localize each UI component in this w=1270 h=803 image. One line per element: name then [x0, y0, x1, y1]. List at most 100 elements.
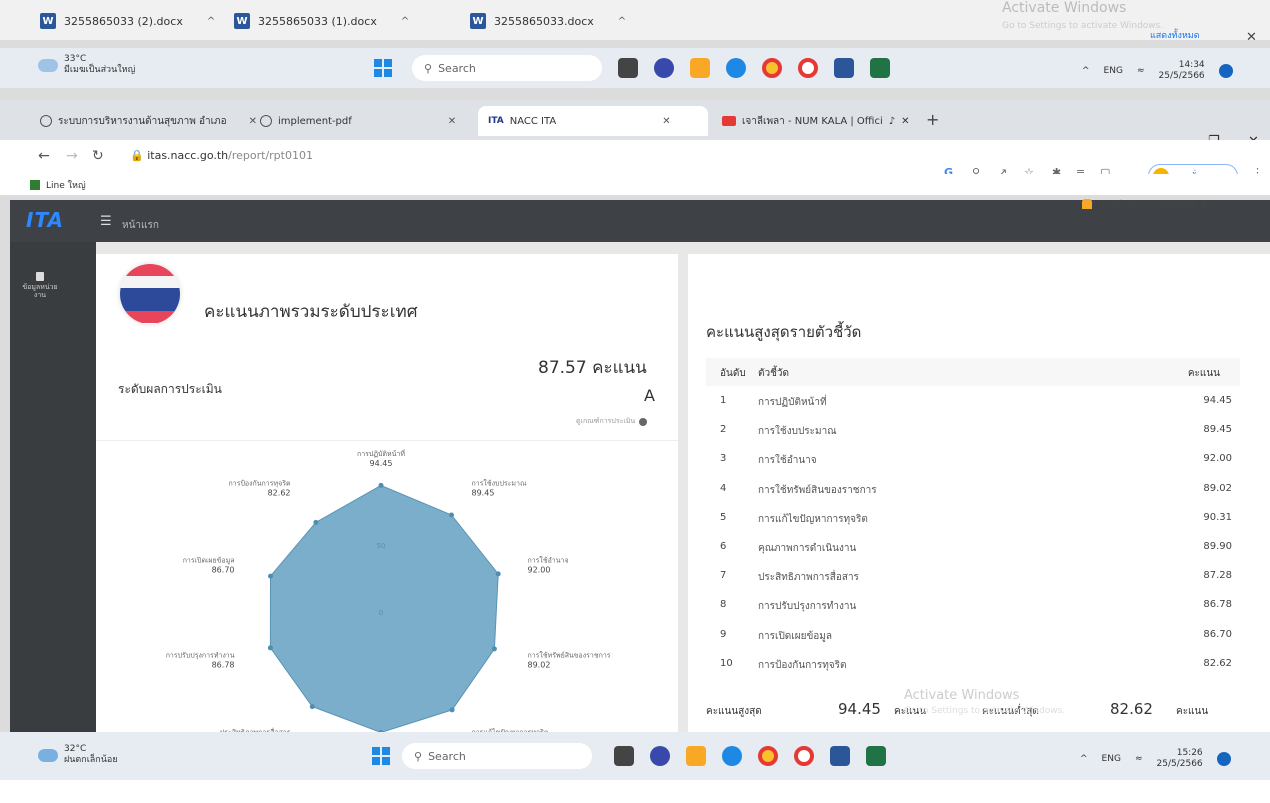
radar-point[interactable]: [267, 645, 273, 651]
user-menu[interactable]: นางสาวดารา พรมทอง ▾: [1082, 196, 1206, 211]
edge-icon[interactable]: [726, 58, 746, 78]
radar-point[interactable]: [313, 519, 319, 525]
wifi-icon[interactable]: ≈: [1135, 754, 1143, 764]
word-icon[interactable]: [834, 58, 854, 78]
audio-icon[interactable]: ♪: [889, 116, 895, 127]
kpi-score: 82.62: [1203, 657, 1232, 669]
excel-icon[interactable]: [870, 58, 890, 78]
radar-point[interactable]: [495, 571, 501, 577]
kpi-score: 89.45: [1203, 424, 1232, 436]
clock[interactable]: 15:26 25/5/2566: [1157, 748, 1203, 770]
radar-point[interactable]: [449, 512, 454, 518]
taskbar-search[interactable]: ⚲ Search: [402, 743, 592, 769]
notification-icon[interactable]: [1216, 752, 1231, 766]
new-tab-icon[interactable]: +: [926, 110, 939, 129]
hamburger-menu-icon[interactable]: ☰: [100, 214, 112, 229]
browser-tab[interactable]: implement-pdf ✕: [250, 106, 466, 136]
radar-axis-name: การเปิดเผยข้อมูล: [183, 556, 235, 564]
taskbar-apps: [618, 58, 890, 78]
min-score-value: 82.62: [1110, 700, 1153, 718]
browser-tab-active[interactable]: ITA NACC ITA ✕: [478, 106, 708, 136]
chrome-icon[interactable]: [762, 58, 782, 78]
criteria-link[interactable]: ดูเกณฑ์การประเมิน: [576, 416, 648, 427]
windows-start-icon[interactable]: [372, 747, 390, 765]
file-explorer-icon[interactable]: [690, 58, 710, 78]
radar-point[interactable]: [378, 482, 384, 488]
chat-icon[interactable]: [654, 58, 674, 78]
radar-tick-label: 0: [379, 609, 383, 617]
radar-data-label: 94.45: [370, 459, 393, 468]
radar-axis-label: การเปิดเผยข้อมูล 86.70: [183, 556, 235, 574]
back-icon[interactable]: ←: [38, 148, 50, 164]
radar-point[interactable]: [309, 704, 315, 710]
radar-axis-name: การใช้งบประมาณ: [472, 478, 527, 487]
url-field[interactable]: 🔒 itas.nacc.go.th/report/rpt0101: [130, 149, 313, 162]
system-tray: ^ ENG ≈ 15:26 25/5/2566: [1080, 748, 1231, 770]
home-link[interactable]: หน้าแรก: [122, 218, 159, 233]
table-row: 5 การแก้ไขปัญหาการทุจริต 90.31: [706, 503, 1240, 532]
kpi-rank: 6: [720, 540, 727, 552]
lock-icon: 🔒: [130, 149, 144, 162]
language-indicator[interactable]: ENG: [1102, 754, 1121, 764]
wifi-icon[interactable]: ≈: [1137, 66, 1145, 76]
max-score-value: 94.45: [838, 700, 881, 718]
reload-icon[interactable]: ↻: [92, 148, 104, 164]
opera-icon[interactable]: [794, 746, 814, 766]
taskbar-search[interactable]: ⚲ Search: [412, 55, 602, 81]
chevron-up-icon[interactable]: ^: [207, 16, 215, 27]
chevron-up-icon[interactable]: ^: [618, 16, 626, 27]
download-item[interactable]: W 3255865033 (1).docx ^: [234, 10, 409, 32]
download-item[interactable]: W 3255865033 (2).docx ^: [40, 10, 215, 32]
chrome-icon[interactable]: [758, 746, 778, 766]
weather-widget[interactable]: 33°C มีเมฆเป็นส่วนใหญ่: [38, 54, 135, 76]
close-tab-icon[interactable]: ✕: [448, 116, 456, 127]
bell-icon[interactable]: [1082, 198, 1092, 209]
national-score-card: คะแนนภาพรวมระดับประเทศ 87.57 คะแนน ระดับ…: [96, 254, 678, 734]
chevron-up-icon[interactable]: ^: [1082, 66, 1090, 76]
download-item[interactable]: W 3255865033.docx ^: [470, 10, 626, 32]
radar-tick-label: 50: [377, 542, 386, 550]
close-tab-icon[interactable]: ✕: [662, 116, 670, 127]
word-icon[interactable]: [830, 746, 850, 766]
help-icon[interactable]: [639, 417, 648, 426]
word-doc-icon: W: [234, 13, 250, 29]
weather-widget[interactable]: 32°C ฝนตกเล็กน้อย: [38, 744, 118, 766]
radar-axis-label: การใช้งบประมาณ 89.45: [472, 478, 527, 497]
site-logo[interactable]: ITA: [26, 208, 64, 232]
browser-tab[interactable]: เจาลีเพลา - NUM KALA | Offici ♪ ✕: [712, 106, 920, 136]
file-explorer-icon[interactable]: [686, 746, 706, 766]
clock[interactable]: 14:34 25/5/2566: [1159, 60, 1205, 82]
activate-windows-watermark: Activate Windows: [904, 688, 1020, 703]
close-tab-icon[interactable]: ✕: [901, 116, 909, 127]
edge-icon[interactable]: [722, 746, 742, 766]
radar-point[interactable]: [491, 646, 497, 652]
screen-edge: [0, 780, 1270, 803]
kpi-rank: 9: [720, 628, 727, 640]
kpi-score: 94.45: [1203, 395, 1232, 406]
chevron-up-icon[interactable]: ^: [401, 16, 409, 27]
radar-data-label: 82.62: [268, 488, 291, 497]
thailand-flag-icon: [120, 264, 180, 324]
chat-icon[interactable]: [650, 746, 670, 766]
chevron-up-icon[interactable]: ^: [1080, 754, 1088, 764]
word-doc-icon: W: [40, 13, 56, 29]
browser-tab[interactable]: ระบบการบริหารงานด้านสุขภาพ อำเภอ ✕: [30, 106, 267, 136]
task-view-icon[interactable]: [614, 746, 634, 766]
kpi-score: 89.02: [1203, 482, 1232, 494]
task-view-icon[interactable]: [618, 58, 638, 78]
bookmark-item[interactable]: Line ใหญ่: [30, 178, 86, 192]
radar-point[interactable]: [268, 573, 273, 579]
forward-icon[interactable]: →: [66, 148, 78, 164]
kpi-name: การปฏิบัติหน้าที่: [758, 397, 827, 408]
kpi-score: 86.70: [1203, 628, 1232, 640]
radar-axis-label: การใช้อำนาจ 92.00: [528, 555, 569, 574]
taskbar: 33°C มีเมฆเป็นส่วนใหญ่ ⚲ Search ^ ENG ≈ …: [0, 48, 1270, 88]
notification-icon[interactable]: [1218, 64, 1233, 78]
close-icon[interactable]: ✕: [1246, 30, 1257, 45]
opera-icon[interactable]: [798, 58, 818, 78]
excel-icon[interactable]: [866, 746, 886, 766]
sidebar-item-org-info[interactable]: ข้อมูลหน่วยงาน: [22, 272, 58, 299]
radar-point[interactable]: [449, 707, 455, 713]
language-indicator[interactable]: ENG: [1104, 66, 1123, 76]
windows-start-icon[interactable]: [374, 59, 392, 77]
